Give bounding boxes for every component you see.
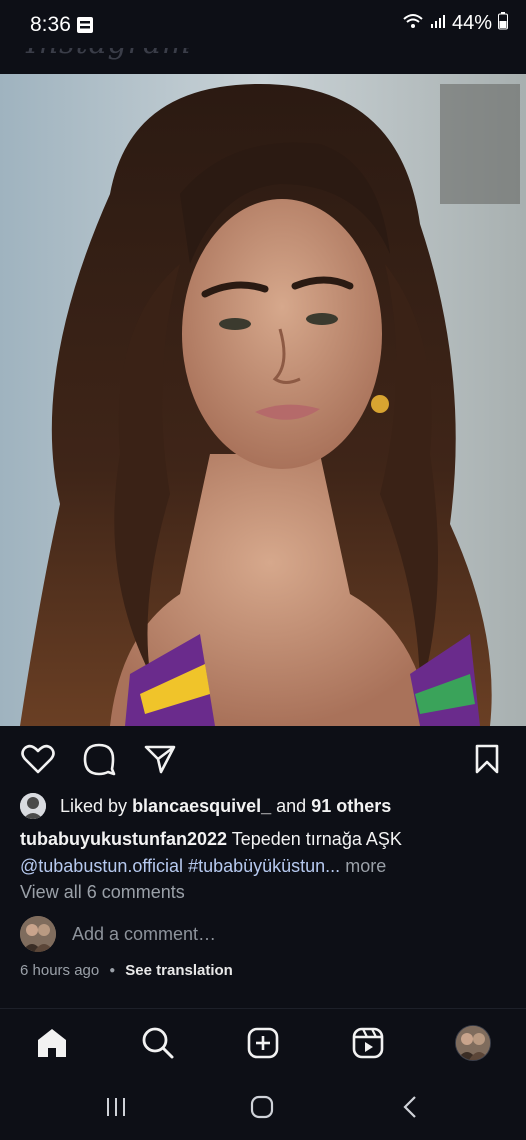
signal-icon xyxy=(430,13,446,34)
status-right-group: 44% xyxy=(402,12,508,35)
caption-text: Tepeden tırnağa AŞK xyxy=(231,829,402,849)
home-circle-icon[interactable] xyxy=(242,1092,282,1122)
separator-dot: ● xyxy=(109,965,116,976)
profile-avatar[interactable] xyxy=(453,1023,493,1063)
notification-icon xyxy=(76,16,94,34)
liker-avatar xyxy=(20,793,46,819)
caption-more-link[interactable]: more xyxy=(345,856,386,876)
system-navigation xyxy=(0,1074,526,1140)
home-icon[interactable] xyxy=(32,1023,72,1063)
likes-text: Liked by blancaesquivel_ and 91 others xyxy=(60,795,392,816)
instagram-post-screen: Instagram 8:36 xyxy=(0,0,526,1140)
liker-username[interactable]: blancaesquivel_ xyxy=(132,796,271,816)
post-meta: 6 hours ago ● See translation xyxy=(20,962,233,979)
post-image[interactable] xyxy=(0,74,526,726)
caption-username[interactable]: tubabuyukustunfan2022 xyxy=(20,829,227,849)
add-comment-input[interactable]: Add a comment… xyxy=(72,924,216,945)
view-all-comments-link[interactable]: View all 6 comments xyxy=(20,882,185,903)
save-bookmark-icon[interactable] xyxy=(468,740,506,778)
post-caption: tubabuyukustunfan2022 Tepeden tırnağa AŞ… xyxy=(20,826,510,880)
caption-hashtag[interactable]: #tubabüyüküstun... xyxy=(188,856,340,876)
add-comment-row[interactable]: Add a comment… xyxy=(20,916,216,952)
battery-percent: 44% xyxy=(451,12,492,34)
status-bar: 8:36 44% xyxy=(0,0,526,48)
likes-others[interactable]: 91 others xyxy=(311,796,391,816)
see-translation-link[interactable]: See translation xyxy=(125,962,233,979)
profile-avatar-image xyxy=(455,1025,491,1061)
user-avatar xyxy=(20,916,56,952)
battery-icon xyxy=(498,12,508,35)
like-heart-icon[interactable] xyxy=(19,740,57,778)
post-time-ago: 6 hours ago xyxy=(20,962,100,979)
bottom-navigation xyxy=(0,1008,526,1075)
likes-row[interactable]: Liked by blancaesquivel_ and 91 others xyxy=(20,792,391,820)
post-actions xyxy=(0,738,526,782)
search-icon[interactable] xyxy=(138,1023,178,1063)
reels-icon[interactable] xyxy=(348,1023,388,1063)
share-icon[interactable] xyxy=(141,740,179,778)
comment-icon[interactable] xyxy=(80,740,118,778)
wifi-icon xyxy=(402,12,424,35)
back-icon[interactable] xyxy=(390,1092,430,1122)
recents-icon[interactable] xyxy=(96,1092,136,1122)
status-time: 8:36 xyxy=(30,13,71,36)
caption-mention[interactable]: @tubabustun.official xyxy=(20,856,183,876)
create-icon[interactable] xyxy=(243,1023,283,1063)
